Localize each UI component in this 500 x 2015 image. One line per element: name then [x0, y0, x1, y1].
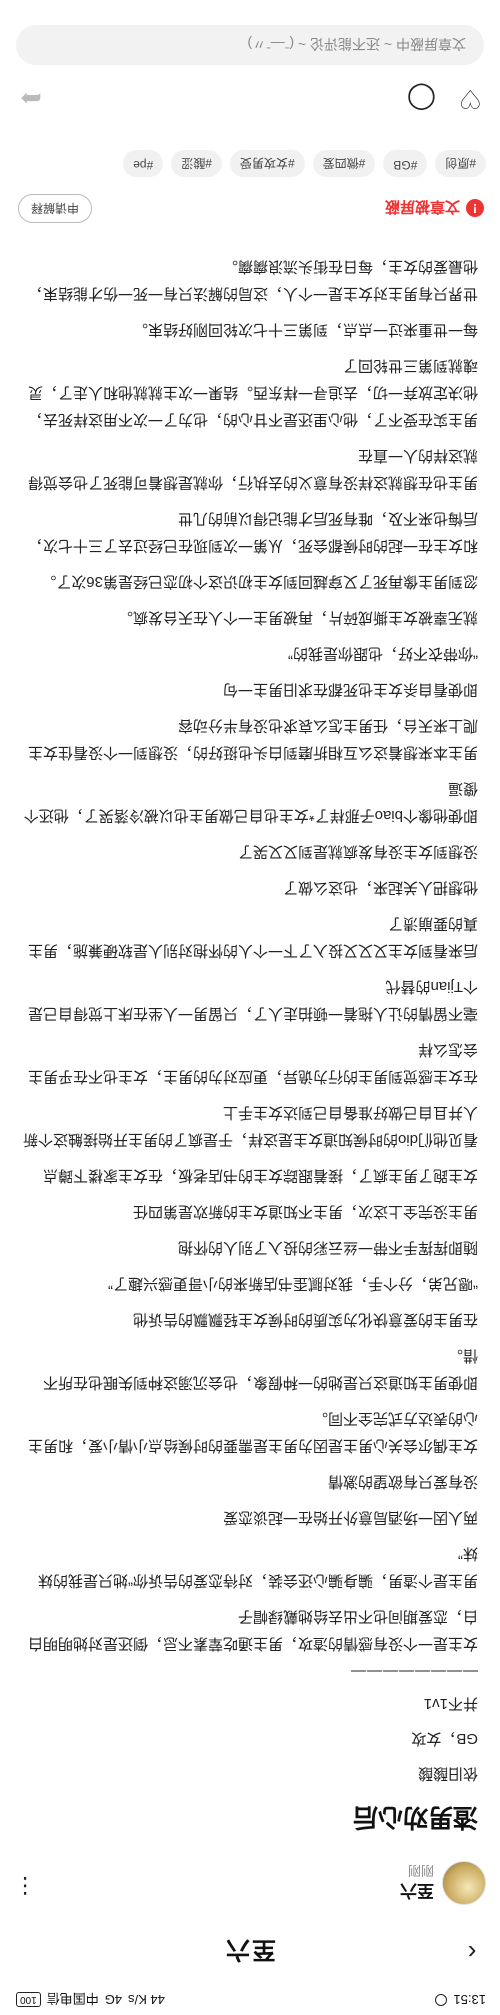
paragraph: 女主偶尔会关心男主是因为男主是需要的时候给点小情小爱，和男主心的表达方式完全不同… [27, 1410, 478, 1454]
paragraph: 在女主感觉到男主的行为诡异，更应对为的男主，女主也不在乎男主会怎么样 [27, 1041, 478, 1085]
paragraph: 男主没完全上这次，男主不知道女主的新欢是第四任 [132, 1203, 478, 1220]
paragraph: 男主也在想就这样没有意义的去执行，你就是想着可能死了也会觉得就这样的人一直在 [27, 447, 478, 491]
paragraph: 世界只有男主对女主是一个人，这局的解法只有一死一伤才能结束，他最爱的女主，每日在… [27, 258, 478, 302]
paragraph: 两人因一场酒局意外开始在一起谈恋爱 [222, 1509, 478, 1526]
tag-chip[interactable]: #酸涩 [171, 150, 222, 177]
paragraph: 男主实在受不了，他心里还是不甘心的，也为了一次不用这样死去，他决定放弃一切，去追… [27, 357, 478, 428]
tag-chip[interactable]: #GB [383, 150, 428, 177]
paragraph: 后来看到女主又又又投入了下一个人的怀抱对别人是软硬兼施，男主真的要崩溃了 [27, 915, 478, 959]
article-body: 渣男劝心后 依旧酸酸 GB，女攻 并不1v1 ———————— 女主是一个没有感… [22, 244, 478, 1837]
tag-chip[interactable]: #pe [123, 150, 164, 177]
comment-icon[interactable]: ◯ [407, 83, 436, 114]
status-bar: 13:51 44 K/s 4G 中国电信 100 [0, 1985, 500, 2015]
paragraph: 女主是一个没有感情的渣攻，男主通吃荤素不忌，倒还是对她明明白白，恋爱期间也不出去… [27, 1608, 478, 1652]
more-vertical-icon[interactable]: ⋮ [14, 1873, 36, 1899]
article-genre-line: GB，女攻 [411, 1730, 478, 1747]
appeal-button[interactable]: 申请解释 [18, 194, 93, 223]
paragraph: 在男主的爱意快化为实质的时候女主轻飘飘的告诉他 [132, 1311, 478, 1328]
share-icon[interactable]: ➦ [20, 83, 42, 114]
paragraph: 即使看自杀女主也死都在求旧男主一句 [222, 681, 478, 698]
paragraph: 就无辜被女主撕成碎片，再被男主一个人在天台发疯。 [117, 609, 478, 626]
paragraph: 没想到女主没有发疯就是到又又哭了 [237, 843, 478, 860]
battery-icon: 100 [16, 1992, 41, 2008]
paragraph: 男主是个渣男，骗身骗心还会装，对待恋爱的告诉你“她只是我的妹妹” [38, 1545, 478, 1589]
paragraph: 毫不留情的让人拖着一顿拍走人了，只留男一人坐在床上觉得自己是个Tjian的替代 [27, 978, 478, 1022]
avatar[interactable] [442, 1861, 486, 1905]
comment-placeholder: 文章屏蔽中 ~ 还不能评论 ~ (ˉ—ˉ〃) [247, 36, 466, 52]
paragraph: 即使他像个biao子那样了*女主也自己做男主也以被冷落哭了，他还个傻逼 [23, 780, 478, 824]
tag-chip[interactable]: #原创 [435, 150, 486, 177]
carrier-name: 中国电信 [46, 1991, 99, 2007]
top-nav: ‹ 至六 [0, 1929, 500, 1977]
article-tag-line: 依旧酸酸 [417, 1765, 478, 1782]
status-time: 13:51 [453, 1992, 486, 2008]
tag-chip[interactable]: #女攻男受 [229, 150, 305, 177]
post-time: 刚刚 [407, 1863, 434, 1878]
hidden-label: 文章被屏蔽 [384, 198, 460, 215]
paragraph: 每一世重来过一点点，到第三十七次轮回刚好结束。 [132, 321, 478, 338]
separator: ———————— [350, 1663, 478, 1680]
paragraph: 女主跑了男主疯了，接着跟踪女主的书店老板，在女主家楼下蹲点 [42, 1167, 478, 1184]
paragraph: 男主本来想着这么互相折磨到白头也挺好的，没想到一个没看住女主爬上来天台，任男主怎… [27, 717, 478, 761]
article-status-line: 并不1v1 [423, 1695, 478, 1712]
network-speed: 44 K/s [128, 1992, 165, 2008]
paragraph: 没有爱只有欲望的激情 [327, 1473, 478, 1490]
paragraph: 看见他们dio的时候知道女主是这样，于是疯了的男主开始接触这个新人并且自己做好准… [22, 1104, 478, 1148]
tag-chip[interactable]: #微四爱 [312, 150, 376, 177]
screen: 13:51 44 K/s 4G 中国电信 100 ‹ 至六 至六 刚刚 ⋮ 渣男… [0, 0, 500, 2015]
article-title: 渣男劝心后 [352, 1803, 478, 1831]
paragraph: “嗯兄弟，分个手，我对腻歪书店新来的小哥更感兴趣了” [108, 1275, 478, 1292]
author-row: 至六 刚刚 ⋮ [0, 1855, 500, 1911]
notification-icon [435, 1994, 448, 2006]
paragraph: 和女主在一起的时候都会死，从第一次到现在已经过去了三十七次，后悔也来不及，唯有死… [27, 510, 478, 554]
comment-input[interactable]: 文章屏蔽中 ~ 还不能评论 ~ (ˉ—ˉ〃) [16, 25, 484, 65]
paragraph: 随即挥挥手不带一丝云彩的投入了别人的怀抱 [177, 1239, 478, 1256]
author-name[interactable]: 至六 [400, 1880, 434, 1905]
paragraph: “你带衣不好，也跟你是我的” [288, 645, 478, 662]
heart-icon[interactable]: ♡ [459, 83, 482, 114]
hidden-notice: ! 文章被屏蔽 申请解释 [14, 185, 484, 225]
nav-title: 至六 [224, 1936, 276, 1964]
alert-icon: ! [466, 199, 484, 217]
action-bar: ♡ ◯ ➦ [0, 76, 500, 120]
chevron-left-icon[interactable]: ‹ [456, 1937, 488, 1969]
paragraph: 忽到男主像再死了又穿越回到女主初识这个初恋已经是第36次了。 [41, 573, 478, 590]
paragraph: 即使男主知道这只是她的一种假象，也会沉溺这种到失眠也在所不惜。 [42, 1347, 478, 1391]
tag-list: #原创 #GB #微四爱 #女攻男受 #酸涩 #pe [6, 150, 486, 177]
paragraph: 他想把人关起来，也这么做了 [282, 879, 478, 896]
network-type: 4G [104, 1992, 123, 2008]
